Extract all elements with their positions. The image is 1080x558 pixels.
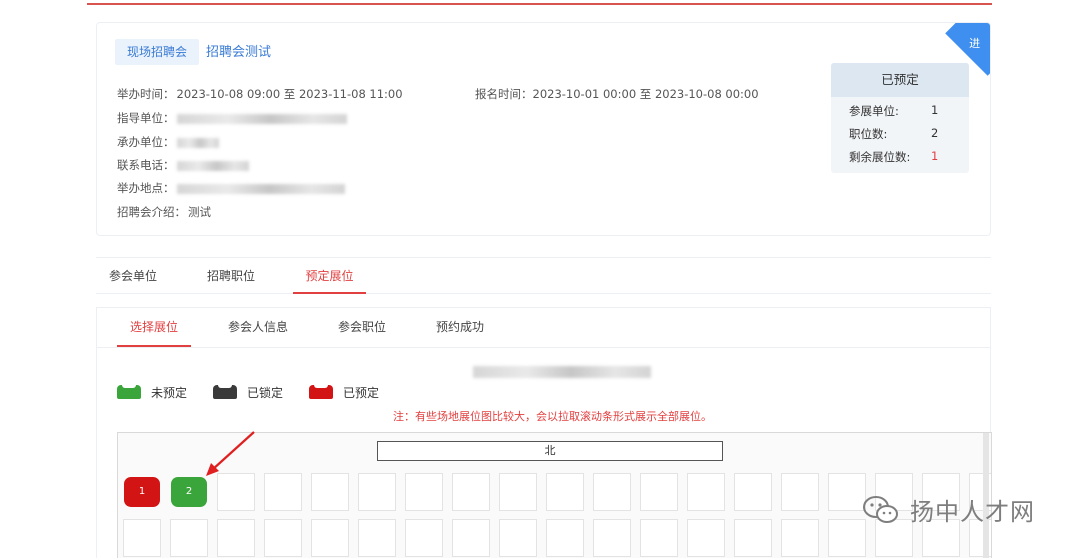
booked-summary-title: 已预定 — [831, 63, 969, 97]
intro-label: 招聘会介绍： — [117, 205, 186, 219]
step-tab-attendee-info[interactable]: 参会人信息 — [215, 308, 301, 347]
empty-booth-slot[interactable] — [499, 473, 537, 511]
remaining-booth-label: 剩余展位数: — [849, 150, 911, 164]
empty-booth-slot[interactable] — [311, 473, 349, 511]
intro-value: 测试 — [188, 205, 211, 219]
watermark-text: 扬中人才网 — [910, 498, 1035, 526]
legend-available-label: 未预定 — [151, 385, 188, 400]
reg-time-row: 报名时间：2023-10-01 00:00 至 2023-10-08 00:00 — [475, 86, 759, 102]
legend-booked-label: 已预定 — [343, 385, 380, 400]
empty-booth-slot[interactable] — [546, 519, 584, 557]
hold-time-row: 举办时间： 2023-10-08 09:00 至 2023-11-08 11:00 — [117, 86, 403, 102]
empty-booth-slot[interactable] — [687, 519, 725, 557]
hold-time-value: 2023-10-08 09:00 至 2023-11-08 11:00 — [176, 87, 403, 101]
north-direction-label: 北 — [377, 441, 723, 461]
intro-row: 招聘会介绍： 测试 — [117, 204, 211, 220]
address-label: 举办地点： — [117, 181, 175, 195]
reg-time-label: 报名时间： — [475, 87, 533, 101]
step-tab-select-booth[interactable]: 选择展位 — [117, 308, 191, 347]
outer-tab-bar: 参会单位 招聘职位 预定展位 — [96, 257, 991, 294]
step-tab-divider — [97, 347, 990, 348]
position-count-label: 职位数: — [849, 127, 888, 141]
corner-ribbon-text: 进 — [969, 36, 981, 50]
empty-booth-slot[interactable] — [452, 473, 490, 511]
booked-summary-box: 已预定 参展单位: 1 职位数: 2 剩余展位数: 1 — [831, 63, 969, 173]
remaining-booth-value: 1 — [931, 149, 939, 163]
fair-type-tag: 现场招聘会 — [115, 39, 200, 65]
empty-booth-slot[interactable] — [217, 519, 255, 557]
address-row: 举办地点： — [117, 180, 345, 196]
empty-booth-slot[interactable] — [640, 519, 678, 557]
exhibitor-count-value: 1 — [931, 103, 939, 117]
empty-booth-slot[interactable] — [781, 473, 819, 511]
empty-booth-slot[interactable] — [828, 473, 866, 511]
empty-booth-slot[interactable] — [405, 519, 443, 557]
legend-locked-label: 已锁定 — [247, 385, 284, 400]
host-unit-row: 承办单位： — [117, 134, 219, 150]
scroll-note: 注：有些场地展位图比较大，会以拉取滚动条形式展示全部展位。 — [393, 410, 712, 423]
hold-time-label: 举办时间： — [117, 87, 175, 101]
available-swatch-icon — [117, 384, 141, 399]
host-unit-redacted — [176, 137, 219, 148]
reg-time-value: 2023-10-01 00:00 至 2023-10-08 00:00 — [532, 87, 759, 101]
empty-booth-slot[interactable] — [593, 473, 631, 511]
locked-swatch-icon — [213, 384, 237, 399]
legend-booked: 已预定 — [309, 384, 379, 400]
phone-row: 联系电话： — [117, 157, 249, 173]
step-tab-fair-positions[interactable]: 参会职位 — [325, 308, 399, 347]
venue-name-redacted — [473, 366, 651, 378]
host-unit-label: 承办单位： — [117, 135, 175, 149]
empty-booth-slot[interactable] — [123, 519, 161, 557]
empty-booth-slot[interactable] — [358, 519, 396, 557]
booked-swatch-icon — [309, 384, 333, 399]
exhibitor-count-label: 参展单位: — [849, 104, 899, 118]
empty-booth-slot[interactable] — [499, 519, 537, 557]
empty-booth-slot[interactable] — [264, 519, 302, 557]
phone-redacted — [176, 160, 249, 171]
empty-booth-slot[interactable] — [828, 519, 866, 557]
empty-booth-slot[interactable] — [593, 519, 631, 557]
tab-positions[interactable]: 招聘职位 — [194, 258, 268, 294]
step-tab-booking-success[interactable]: 预约成功 — [423, 308, 497, 347]
address-redacted — [176, 183, 345, 194]
guide-unit-redacted — [176, 113, 347, 124]
booth-2-available[interactable]: 2 — [171, 477, 207, 507]
empty-booth-slot[interactable] — [311, 519, 349, 557]
guide-unit-label: 指导单位： — [117, 111, 175, 125]
tab-exhibitors[interactable]: 参会单位 — [96, 258, 170, 294]
legend-locked: 已锁定 — [213, 384, 283, 400]
fair-title: 招聘会测试 — [206, 45, 272, 60]
booth-1-booked[interactable]: 1 — [124, 477, 160, 507]
empty-booth-slot[interactable] — [734, 519, 772, 557]
empty-booth-slot[interactable] — [264, 473, 302, 511]
fair-info-card: 现场招聘会 招聘会测试 举办时间： 2023-10-08 09:00 至 2023… — [96, 22, 991, 236]
watermark: 扬中人才网 — [862, 492, 1035, 527]
empty-booth-slot[interactable] — [781, 519, 819, 557]
legend-available: 未预定 — [117, 384, 187, 400]
guide-unit-row: 指导单位： — [117, 110, 347, 126]
empty-booth-slot[interactable] — [217, 473, 255, 511]
empty-booth-slot[interactable] — [546, 473, 584, 511]
tab-book-booth[interactable]: 预定展位 — [293, 258, 366, 294]
empty-booth-slot[interactable] — [640, 473, 678, 511]
empty-booth-slot[interactable] — [734, 473, 772, 511]
empty-booth-slot[interactable] — [452, 519, 490, 557]
empty-booth-slot[interactable] — [358, 473, 396, 511]
wechat-icon — [863, 495, 898, 523]
phone-label: 联系电话： — [117, 158, 175, 172]
empty-booth-slot[interactable] — [170, 519, 208, 557]
empty-booth-slot[interactable] — [405, 473, 443, 511]
empty-booth-slot[interactable] — [687, 473, 725, 511]
top-accent-line — [87, 3, 992, 5]
position-count-value: 2 — [931, 126, 939, 140]
pointer-arrow-icon — [206, 431, 255, 476]
